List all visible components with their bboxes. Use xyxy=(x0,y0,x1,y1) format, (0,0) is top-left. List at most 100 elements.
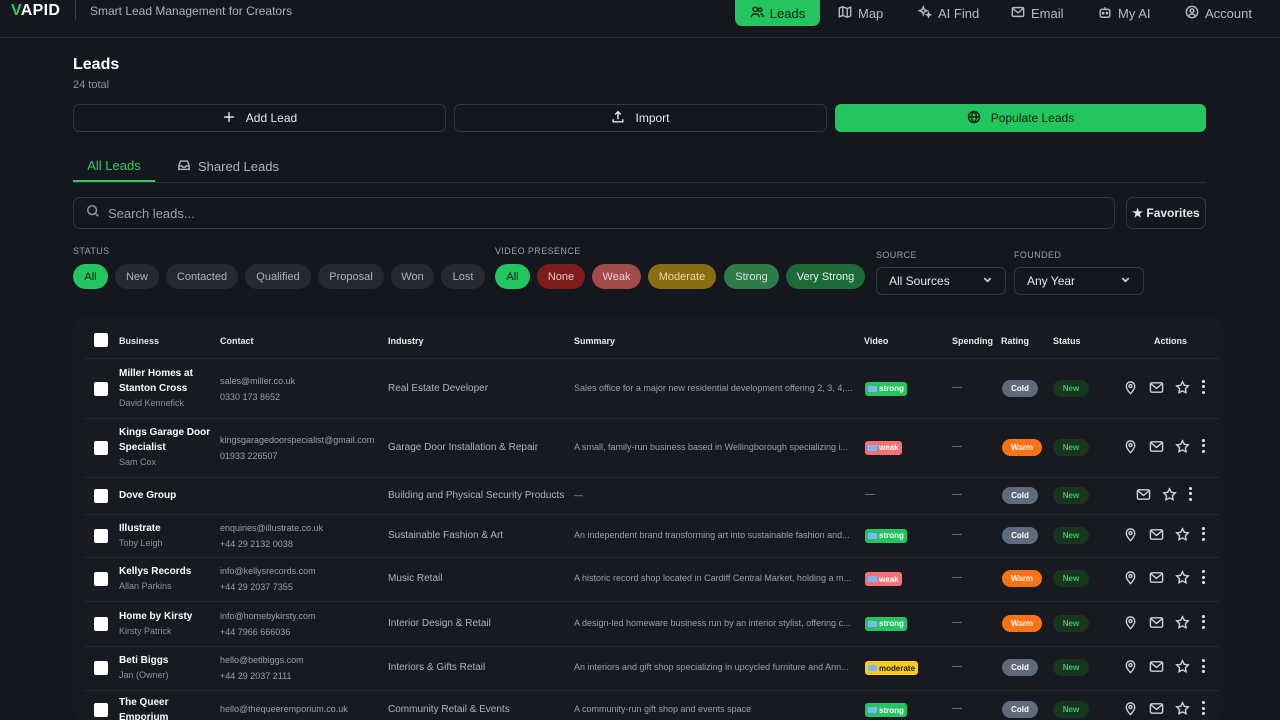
mail-icon-button[interactable] xyxy=(1149,439,1164,454)
status-chip-won[interactable]: Won xyxy=(391,264,434,289)
mail-icon-button[interactable] xyxy=(1149,659,1164,674)
business-name-line2[interactable]: Emporium xyxy=(119,710,168,720)
business-name-line2[interactable]: Stanton Cross xyxy=(119,381,187,396)
mail-icon-button[interactable] xyxy=(1149,570,1164,585)
star-icon-button[interactable] xyxy=(1162,486,1177,502)
row-checkbox[interactable] xyxy=(94,381,108,396)
populate-leads-button[interactable]: Populate Leads xyxy=(835,104,1206,132)
more-options-icon[interactable] xyxy=(1201,659,1205,673)
business-name[interactable]: Miller Homes at xyxy=(119,366,193,381)
row-checkbox[interactable] xyxy=(94,528,108,543)
mail-icon-button[interactable] xyxy=(1149,527,1164,542)
business-name[interactable]: Dove Group xyxy=(119,488,176,503)
col-status[interactable]: Status xyxy=(1053,336,1081,346)
search-input[interactable] xyxy=(108,205,1008,221)
contact-email[interactable]: info@kellysrecords.com xyxy=(220,566,316,576)
nav-map[interactable]: Map xyxy=(838,0,883,26)
business-name[interactable]: The Queer xyxy=(119,695,168,710)
col-rating[interactable]: Rating xyxy=(1001,336,1029,346)
industry: Music Retail xyxy=(388,573,443,584)
map-pin-icon-button[interactable] xyxy=(1123,527,1138,542)
col-video[interactable]: Video xyxy=(864,336,888,346)
summary: — xyxy=(574,489,583,500)
row-checkbox[interactable] xyxy=(94,703,108,717)
col-summary[interactable]: Summary xyxy=(574,336,615,346)
col-spending[interactable]: Spending xyxy=(952,336,993,346)
map-pin-icon-button[interactable] xyxy=(1123,439,1138,454)
star-icon-button[interactable] xyxy=(1175,379,1190,395)
contact-email[interactable]: info@homebykirsty.com xyxy=(220,611,316,621)
more-options-icon[interactable] xyxy=(1201,570,1205,584)
star-icon-button[interactable] xyxy=(1175,614,1190,630)
contact-email[interactable]: enquiries@illustrate.co.uk xyxy=(220,523,323,533)
video-chip-all[interactable]: All xyxy=(495,264,530,289)
mail-icon-button[interactable] xyxy=(1149,701,1164,716)
video-chip-very-strong[interactable]: Very Strong xyxy=(786,264,865,289)
status-chip-lost[interactable]: Lost xyxy=(441,264,485,289)
status-badge: New xyxy=(1053,570,1089,587)
row-checkbox[interactable] xyxy=(94,440,108,455)
star-icon-button[interactable] xyxy=(1175,570,1190,585)
tab-shared-leads[interactable]: Shared Leads xyxy=(177,150,279,182)
business-name[interactable]: Home by Kirsty xyxy=(119,609,192,624)
star-icon-button[interactable] xyxy=(1175,701,1190,716)
status-chip-contacted[interactable]: Contacted xyxy=(166,264,238,289)
source-select[interactable]: All Sources xyxy=(876,267,1006,295)
row-checkbox[interactable] xyxy=(94,488,108,503)
video-chip-moderate[interactable]: Moderate xyxy=(648,264,716,289)
row-checkbox[interactable] xyxy=(94,616,108,631)
star-icon-button[interactable] xyxy=(1175,438,1190,454)
business-name-line2[interactable]: Specialist xyxy=(119,440,166,455)
nav-account[interactable]: Account xyxy=(1185,0,1252,26)
star-icon-button[interactable] xyxy=(1175,526,1190,542)
status-chip-qualified[interactable]: Qualified xyxy=(245,264,311,289)
row-checkbox[interactable] xyxy=(94,661,108,675)
more-options-icon[interactable] xyxy=(1201,438,1205,453)
business-name[interactable]: Kings Garage Door xyxy=(119,425,210,440)
app-logo[interactable]: VAPID xyxy=(11,2,60,20)
nav-leads[interactable]: Leads xyxy=(735,0,820,26)
contact-email[interactable]: sales@miller.co.uk xyxy=(220,376,295,386)
contact-email[interactable]: hello@betibiggs.com xyxy=(220,655,304,665)
add-lead-button[interactable]: Add Lead xyxy=(73,104,446,132)
import-button[interactable]: Import xyxy=(454,104,827,132)
more-options-icon[interactable] xyxy=(1201,614,1205,629)
video-chip-weak[interactable]: Weak xyxy=(592,264,641,289)
mail-icon-button[interactable] xyxy=(1149,380,1164,395)
video-badge: strong xyxy=(865,616,907,631)
status-chip-all[interactable]: All xyxy=(73,264,108,289)
video-chip-strong[interactable]: Strong xyxy=(724,264,779,289)
more-options-icon[interactable] xyxy=(1188,486,1192,501)
contact-email[interactable]: hello@thequeeremporium.co.uk xyxy=(220,704,348,714)
founded-select[interactable]: Any Year xyxy=(1014,267,1144,295)
more-options-icon[interactable] xyxy=(1201,379,1205,394)
col-industry[interactable]: Industry xyxy=(388,336,424,346)
nav-ai-find[interactable]: AI Find xyxy=(917,0,979,26)
row-divider xyxy=(85,418,1220,419)
tab-all-leads[interactable]: All Leads xyxy=(73,150,155,182)
col-contact[interactable]: Contact xyxy=(220,336,254,346)
status-chip-new[interactable]: New xyxy=(115,264,159,289)
video-chip-none[interactable]: None xyxy=(537,264,585,289)
business-name[interactable]: Kellys Records xyxy=(119,564,191,579)
map-pin-icon-button[interactable] xyxy=(1123,380,1138,395)
status-chip-proposal[interactable]: Proposal xyxy=(318,264,384,289)
select-all-checkbox[interactable] xyxy=(94,333,108,347)
contact-email[interactable]: kingsgaragedoorspecialist@gmail.com xyxy=(220,435,374,445)
business-name[interactable]: Beti Biggs xyxy=(119,653,168,668)
mail-icon-button[interactable] xyxy=(1149,615,1164,630)
map-pin-icon-button[interactable] xyxy=(1123,570,1138,585)
map-pin-icon-button[interactable] xyxy=(1123,659,1138,674)
col-business[interactable]: Business xyxy=(119,336,159,346)
nav-email[interactable]: Email xyxy=(1011,0,1064,26)
star-icon-button[interactable] xyxy=(1175,659,1190,674)
nav-my-ai[interactable]: My AI xyxy=(1098,0,1151,26)
more-options-icon[interactable] xyxy=(1201,526,1205,541)
more-options-icon[interactable] xyxy=(1201,701,1205,715)
favorites-button[interactable]: ★ Favorites xyxy=(1126,197,1206,229)
map-pin-icon-button[interactable] xyxy=(1123,615,1138,630)
row-checkbox[interactable] xyxy=(94,572,108,586)
map-pin-icon-button[interactable] xyxy=(1123,701,1138,716)
business-name[interactable]: Illustrate xyxy=(119,521,161,536)
mail-icon-button[interactable] xyxy=(1136,487,1151,502)
